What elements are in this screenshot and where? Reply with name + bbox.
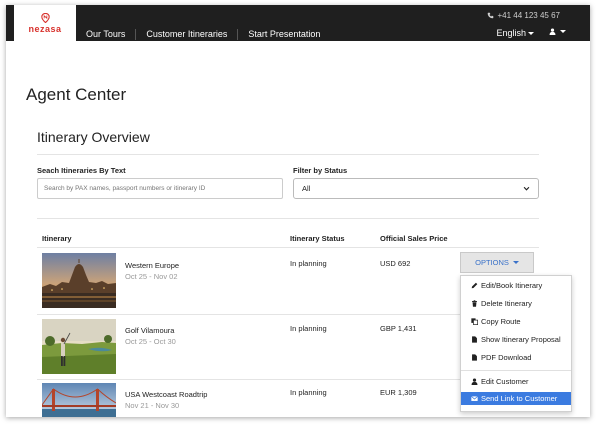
- envelope-icon: [471, 396, 478, 401]
- user-menu[interactable]: [549, 28, 566, 35]
- top-navbar: nezasa +41 44 123 45 67 Our Tours Custom…: [6, 5, 590, 41]
- main-nav: Our Tours Customer Itineraries Start Pre…: [76, 27, 330, 41]
- menu-item-label: Edit/Book Itinerary: [481, 281, 543, 290]
- itinerary-name[interactable]: Western Europe: [125, 261, 179, 270]
- chevron-down-icon: [512, 261, 519, 264]
- status-filter-value: All: [302, 184, 311, 193]
- menu-item-delete-itinerary[interactable]: Delete Itinerary: [461, 297, 571, 310]
- language-dropdown[interactable]: English: [496, 28, 534, 38]
- chevron-down-icon: [523, 186, 530, 191]
- chevron-down-icon: [560, 30, 566, 33]
- copy-icon: [471, 318, 478, 325]
- menu-item-label: PDF Download: [481, 353, 532, 362]
- menu-item-label: Show Itinerary Proposal: [481, 335, 561, 344]
- status-filter-select[interactable]: All: [293, 178, 539, 199]
- itinerary-price: USD 692: [380, 259, 411, 268]
- itinerary-status: In planning: [290, 324, 327, 333]
- phone-icon: [488, 12, 494, 19]
- menu-item-label: Delete Itinerary: [481, 299, 532, 308]
- menu-item-pdf-download[interactable]: PDF Download: [461, 351, 571, 364]
- logo-text: nezasa: [28, 23, 62, 34]
- trash-icon: [472, 300, 477, 307]
- itinerary-thumbnail[interactable]: [42, 383, 116, 417]
- user-icon: [471, 378, 478, 385]
- file-icon: [472, 336, 477, 343]
- options-button[interactable]: OPTIONS: [460, 252, 534, 273]
- itinerary-dates: Oct 25 - Oct 30: [125, 337, 176, 346]
- page-title: Agent Center: [26, 85, 127, 104]
- column-header-price: Official Sales Price: [380, 234, 448, 243]
- menu-divider: [461, 370, 571, 371]
- menu-item-send-link-to-customer[interactable]: Send Link to Customer: [461, 392, 571, 405]
- row-divider: [37, 379, 460, 380]
- itinerary-name[interactable]: USA Westcoast Roadtrip: [125, 390, 207, 399]
- itinerary-price: GBP 1,431: [380, 324, 417, 333]
- options-dropdown-menu: Edit/Book Itinerary Delete Itinerary Cop…: [460, 275, 572, 412]
- divider: [37, 218, 539, 219]
- logo[interactable]: nezasa: [14, 5, 76, 41]
- itinerary-status: In planning: [290, 259, 327, 268]
- chevron-down-icon: [528, 32, 534, 36]
- menu-item-label: Send Link to Customer: [481, 394, 558, 403]
- itinerary-thumbnail[interactable]: [42, 253, 116, 308]
- menu-item-edit-customer[interactable]: Edit Customer: [461, 375, 571, 388]
- search-label: Seach Itineraries By Text: [37, 166, 126, 175]
- pencil-icon: [471, 282, 478, 289]
- menu-item-edit-book-itinerary[interactable]: Edit/Book Itinerary: [461, 279, 571, 292]
- section-title: Itinerary Overview: [37, 129, 150, 145]
- itinerary-status: In planning: [290, 388, 327, 397]
- menu-item-show-itinerary-proposal[interactable]: Show Itinerary Proposal: [461, 333, 571, 346]
- column-header-itinerary: Itinerary: [42, 234, 72, 243]
- search-input[interactable]: [37, 178, 283, 199]
- nav-our-tours[interactable]: Our Tours: [76, 28, 137, 40]
- user-icon: [549, 28, 556, 35]
- itinerary-name[interactable]: Golf Vilamoura: [125, 326, 174, 335]
- column-header-status: Itinerary Status: [290, 234, 345, 243]
- itinerary-dates: Nov 21 - Nov 30: [125, 401, 180, 410]
- golden-gate-bridge-image: [42, 383, 116, 417]
- language-label: English: [496, 28, 526, 38]
- golfer-on-course-image: [42, 319, 116, 374]
- phone-text: +41 44 123 45 67: [497, 11, 560, 20]
- itinerary-dates: Oct 25 - Nov 02: [125, 272, 178, 281]
- table-header-divider: [37, 247, 539, 248]
- options-button-label: OPTIONS: [475, 258, 509, 267]
- file-icon: [472, 354, 477, 361]
- divider: [37, 154, 539, 155]
- menu-item-copy-route[interactable]: Copy Route: [461, 315, 571, 328]
- nav-customer-itineraries[interactable]: Customer Itineraries: [136, 28, 239, 40]
- row-divider: [37, 314, 460, 315]
- nav-start-presentation[interactable]: Start Presentation: [238, 29, 330, 40]
- menu-item-label: Copy Route: [481, 317, 521, 326]
- app-window: nezasa +41 44 123 45 67 Our Tours Custom…: [6, 5, 590, 417]
- phone-number: +41 44 123 45 67: [487, 11, 560, 20]
- rome-at-dusk-image: [42, 253, 116, 308]
- logo-mark-icon: [40, 12, 50, 23]
- menu-item-label: Edit Customer: [481, 377, 529, 386]
- status-filter-label: Filter by Status: [293, 166, 348, 175]
- itinerary-thumbnail[interactable]: [42, 319, 116, 374]
- itinerary-price: EUR 1,309: [380, 388, 417, 397]
